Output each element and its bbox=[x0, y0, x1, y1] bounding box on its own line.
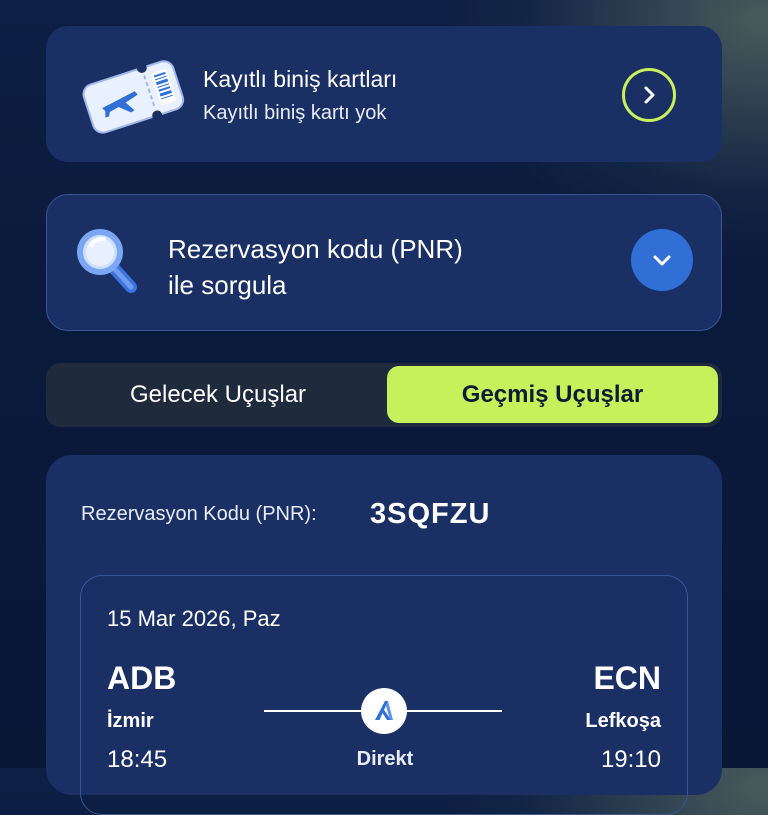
open-saved-boarding-button[interactable] bbox=[622, 68, 676, 122]
departure-time: 18:45 bbox=[107, 746, 168, 773]
expand-pnr-query-button[interactable] bbox=[631, 229, 693, 291]
departure-code: ADB bbox=[107, 660, 177, 696]
pnr-query-card[interactable]: Rezervasyon kodu (PNR) ile sorgula bbox=[46, 194, 722, 331]
tab-past-flights[interactable]: Geçmiş Uçuşlar bbox=[387, 366, 718, 423]
flight-segment[interactable]: 15 Mar 2026, Paz ADB İzmir 18:45 ECN Lef… bbox=[80, 575, 688, 815]
boarding-pass-ticket-icon bbox=[78, 56, 188, 136]
pnr-query-title-line2: ile sorgula bbox=[168, 270, 287, 300]
pnr-query-title: Rezervasyon kodu (PNR) ile sorgula bbox=[168, 231, 548, 303]
chevron-down-icon bbox=[653, 255, 671, 266]
airline-logo-icon bbox=[361, 688, 407, 734]
chevron-right-icon bbox=[644, 86, 655, 104]
arrival-city: Lefkoşa bbox=[585, 710, 661, 732]
pnr-value: 3SQFZU bbox=[370, 498, 491, 530]
tab-upcoming-flights[interactable]: Gelecek Uçuşlar bbox=[50, 366, 386, 423]
departure-city: İzmir bbox=[107, 710, 154, 732]
pnr-query-title-line1: Rezervasyon kodu (PNR) bbox=[168, 234, 463, 264]
flight-date: 15 Mar 2026, Paz bbox=[107, 606, 281, 631]
pnr-label: Rezervasyon Kodu (PNR): bbox=[81, 503, 317, 525]
saved-boarding-title: Kayıtlı biniş kartları bbox=[203, 66, 398, 92]
arrival-time: 19:10 bbox=[600, 746, 661, 773]
booking-card[interactable]: Rezervasyon Kodu (PNR): 3SQFZU 15 Mar 20… bbox=[46, 455, 722, 815]
saved-boarding-passes-card[interactable]: Kayıtlı biniş kartları Kayıtlı biniş kar… bbox=[46, 26, 722, 162]
arrival-code: ECN bbox=[593, 660, 661, 696]
flight-tabs: Gelecek Uçuşlar Geçmiş Uçuşlar bbox=[46, 363, 722, 427]
saved-boarding-subtitle: Kayıtlı biniş kartı yok bbox=[203, 102, 387, 124]
magnifier-icon bbox=[75, 225, 145, 297]
